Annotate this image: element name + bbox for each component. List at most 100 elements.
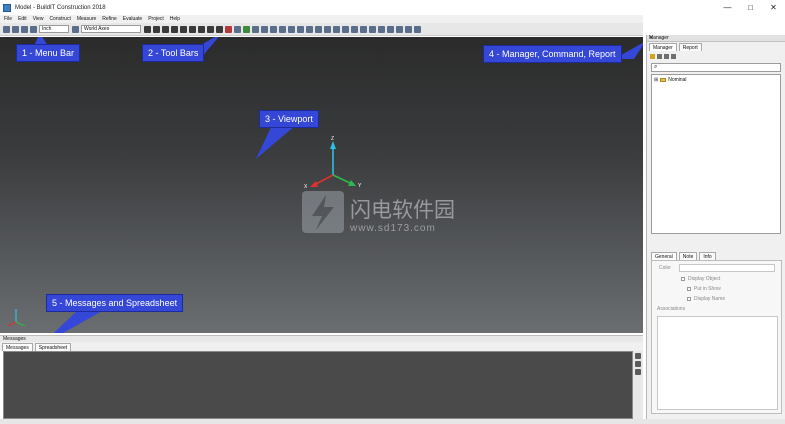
tab-note[interactable]: Note xyxy=(678,252,698,260)
pan-icon[interactable] xyxy=(153,25,160,33)
axes-select[interactable]: World Axes xyxy=(81,25,141,33)
status-bar xyxy=(0,419,785,424)
report-icon[interactable] xyxy=(360,25,367,33)
display-name-checkbox[interactable] xyxy=(687,297,691,301)
menu-file[interactable]: File xyxy=(4,16,12,22)
tools-icon[interactable] xyxy=(405,25,412,33)
surface-icon[interactable] xyxy=(306,25,313,33)
clear-messages-icon[interactable] xyxy=(635,353,641,359)
menu-refine[interactable]: Refine xyxy=(102,16,116,22)
properties-panel: Color Display Object Put in Show Display… xyxy=(651,260,782,414)
menu-bar-callout: 1 - Menu Bar xyxy=(16,44,81,62)
toolbar: Inch World Axes xyxy=(0,23,643,36)
measure-icon[interactable] xyxy=(207,25,214,33)
close-button[interactable]: ✕ xyxy=(762,0,785,15)
x-axis-line xyxy=(315,174,334,185)
manager-tree[interactable]: ⊞ Nominal xyxy=(651,74,781,234)
rotate-icon[interactable] xyxy=(162,25,169,33)
new-file-icon[interactable] xyxy=(3,25,10,33)
refresh-icon[interactable] xyxy=(671,54,676,59)
tab-report[interactable]: Report xyxy=(678,43,702,51)
cylinder-icon[interactable] xyxy=(279,25,286,33)
display-object-checkbox[interactable] xyxy=(681,277,685,281)
tab-manager[interactable]: Manager xyxy=(649,43,677,51)
x-axis-label: X xyxy=(304,184,308,190)
tab-info[interactable]: Info xyxy=(699,252,716,260)
menu-view[interactable]: View xyxy=(33,16,44,22)
properties-tabs: General Note Info xyxy=(651,252,718,260)
record-icon[interactable] xyxy=(225,25,232,33)
fit-view-icon[interactable] xyxy=(171,25,178,33)
menu-edit[interactable]: Edit xyxy=(18,16,27,22)
open-file-icon[interactable] xyxy=(12,25,19,33)
script-icon[interactable] xyxy=(396,25,403,33)
tab-messages[interactable]: Messages xyxy=(2,343,33,351)
watermark-title: 闪电软件园 xyxy=(350,198,455,222)
associations-list[interactable] xyxy=(657,316,778,410)
filter-icon[interactable] xyxy=(650,54,655,59)
tab-spreadsheet[interactable]: Spreadsheet xyxy=(34,343,72,351)
corner-x-axis xyxy=(7,321,17,327)
expand-icon[interactable] xyxy=(657,54,662,59)
units-select[interactable]: Inch xyxy=(39,25,69,33)
select-icon[interactable] xyxy=(198,25,205,33)
expand-toggle-icon[interactable]: ⊞ xyxy=(654,77,658,83)
corner-y-axis xyxy=(15,321,26,327)
viewport-callout: 3 - Viewport xyxy=(259,110,319,128)
menu-measure[interactable]: Measure xyxy=(77,16,96,22)
save-messages-icon[interactable] xyxy=(635,369,641,375)
put-in-show-checkbox[interactable] xyxy=(687,287,691,291)
messages-output[interactable] xyxy=(3,351,633,419)
viewport[interactable]: Z Y X 闪电软件园 www.sd173.com xyxy=(0,37,643,333)
settings-icon[interactable] xyxy=(72,25,79,33)
tree-item-label: Nominal xyxy=(668,77,687,83)
copy-messages-icon[interactable] xyxy=(635,361,641,367)
color-select[interactable] xyxy=(678,264,775,272)
y-axis-label: Y xyxy=(358,183,362,189)
plane-icon[interactable] xyxy=(261,25,268,33)
zoom-icon[interactable] xyxy=(144,25,151,33)
manager-tools xyxy=(647,52,785,61)
messages-callout: 5 - Messages and Spreadsheet xyxy=(46,294,184,312)
maximize-button[interactable]: □ xyxy=(739,0,762,15)
minimize-button[interactable]: — xyxy=(716,0,739,15)
mesh-icon[interactable] xyxy=(324,25,331,33)
cone-icon[interactable] xyxy=(288,25,295,33)
camera-icon[interactable] xyxy=(216,25,223,33)
tree-item-nominal[interactable]: ⊞ Nominal xyxy=(654,77,778,83)
sphere-feature-icon[interactable] xyxy=(297,25,304,33)
export-icon[interactable] xyxy=(369,25,376,33)
title-bar: Model - BuildIT Construction 2018 — □ ✕ xyxy=(0,0,785,15)
cloud-icon[interactable] xyxy=(315,25,322,33)
collapse-icon[interactable] xyxy=(664,54,669,59)
extra-icon[interactable] xyxy=(414,25,421,33)
view-icon[interactable] xyxy=(189,25,196,33)
align-icon[interactable] xyxy=(333,25,340,33)
circle-icon[interactable] xyxy=(270,25,277,33)
tab-general[interactable]: General xyxy=(651,252,677,260)
undo-icon[interactable] xyxy=(30,25,37,33)
point-icon[interactable] xyxy=(243,25,250,33)
watermark-url: www.sd173.com xyxy=(349,223,436,234)
menu-bar: File Edit View Construct Measure Refine … xyxy=(0,15,643,23)
put-in-show-label: Put in Show xyxy=(694,286,721,292)
scanner-icon[interactable] xyxy=(378,25,385,33)
menu-project[interactable]: Project xyxy=(148,16,164,22)
viewport-pointer xyxy=(256,125,296,159)
line-icon[interactable] xyxy=(252,25,259,33)
menu-evaluate[interactable]: Evaluate xyxy=(123,16,142,22)
messages-pointer xyxy=(53,310,104,333)
menu-construct[interactable]: Construct xyxy=(49,16,70,22)
device-icon[interactable] xyxy=(387,25,394,33)
tool-bars-callout: 2 - Tool Bars xyxy=(142,44,205,62)
compare-icon[interactable] xyxy=(351,25,358,33)
y-axis-line xyxy=(332,174,351,184)
manager-search-input[interactable]: ⌕ xyxy=(651,63,781,72)
manager-close-icon[interactable]: ✕ xyxy=(649,35,782,41)
grid-icon[interactable] xyxy=(234,25,241,33)
sphere-icon[interactable] xyxy=(180,25,187,33)
manager-tabs: Manager Report xyxy=(647,43,785,52)
menu-help[interactable]: Help xyxy=(170,16,180,22)
best-fit-icon[interactable] xyxy=(342,25,349,33)
save-icon[interactable] xyxy=(21,25,28,33)
